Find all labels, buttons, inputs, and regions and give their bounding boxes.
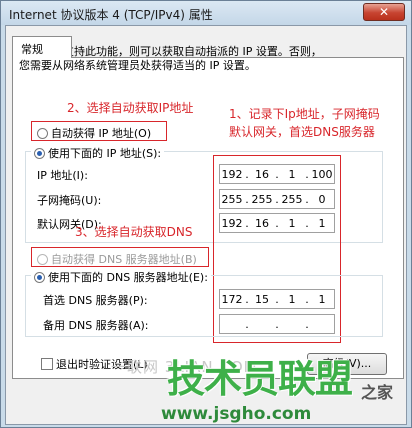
dot-separator: . [305,317,309,331]
preferred-dns-input[interactable]: 172. 15. 1. 1 [219,289,335,309]
mask-octet: 255 [251,192,273,206]
annotation-step-1-line-1: 1、记录下Ip地址，子网掩码 [229,107,380,121]
subnet-mask-input[interactable]: 255. 255. 255. 0 [219,189,335,209]
auto-ip-option[interactable]: 自动获得 IP 地址(O) [37,125,151,141]
gateway-octet: 1 [318,216,326,230]
watermark-logo: 技术员联盟 [167,357,353,401]
ip-address-input[interactable]: 192. 16. 1. 100 [219,164,335,184]
mask-octet: 255 [221,192,243,206]
auto-dns-label: 自动获得 DNS 服务器地址(B) [51,253,197,266]
manual-ip-label: 使用下面的 IP 地址(S): [48,147,162,160]
annotation-step-2: 2、选择自动获取IP地址 [67,101,194,115]
mask-octet: 0 [318,192,326,206]
ip-address-label: IP 地址(I): [37,169,88,182]
manual-dns-label: 使用下面的 DNS 服务器地址(E): [48,271,208,284]
dns-octet: 1 [288,292,296,306]
subnet-mask-label: 子网掩码(U): [37,194,102,207]
manual-ip-radio[interactable] [34,148,45,159]
close-icon: ✕ [378,5,390,19]
alternate-dns-input[interactable]: . . . [219,314,335,334]
tab-general[interactable]: 常规 [12,36,72,58]
auto-ip-radio[interactable] [37,128,48,139]
manual-dns-radio[interactable] [34,272,45,283]
gateway-input[interactable]: 192. 16. 1. 1 [219,213,335,233]
dot-separator: . [245,317,249,331]
ip-octet: 16 [255,167,269,181]
annotation-step-1: 1、记录下Ip地址，子网掩码 默认网关，首选DNS服务器 [229,105,380,141]
gateway-octet: 1 [288,216,296,230]
auto-dns-radio[interactable] [37,254,48,265]
title-bar[interactable]: Internet 协议版本 4 (TCP/IPv4) 属性 ✕ [1,1,411,25]
watermark-zhi: 之家 [361,383,394,402]
dns-octet: 172 [221,292,243,306]
ip-octet: 1 [288,167,296,181]
window-title: Internet 协议版本 4 (TCP/IPv4) 属性 [9,8,213,22]
dns-octet: 15 [255,292,269,306]
mask-octet: 255 [281,192,303,206]
alternate-dns-label: 备用 DNS 服务器(A): [43,319,149,332]
properties-window: Internet 协议版本 4 (TCP/IPv4) 属性 ✕ 常规 如果网络支… [0,0,412,428]
watermark-url: www.jsgho.com [161,404,312,424]
manual-dns-option[interactable]: 使用下面的 DNS 服务器地址(E): [31,269,211,285]
gateway-octet: 16 [255,216,269,230]
preferred-dns-label: 首选 DNS 服务器(P): [43,294,148,307]
close-button[interactable]: ✕ [363,3,405,21]
ip-octet: 100 [311,167,333,181]
auto-ip-label: 自动获得 IP 地址(O) [51,127,152,140]
dns-octet: 1 [318,292,326,306]
validate-checkbox[interactable] [41,358,53,370]
manual-ip-option[interactable]: 使用下面的 IP 地址(S): [31,145,165,161]
gateway-octet: 192 [221,216,243,230]
annotation-step-1-line-2: 默认网关，首选DNS服务器 [229,125,375,139]
tab-general-label: 常规 [21,43,43,56]
annotation-step-3: 3、选择自动获取DNS [75,225,193,239]
ip-octet: 192 [221,167,243,181]
intro-line-2: 您需要从网络系统管理员处获得适当的 IP 设置。 [19,59,256,72]
dot-separator: . [275,317,279,331]
auto-dns-option[interactable]: 自动获得 DNS 服务器地址(B) [37,251,197,267]
